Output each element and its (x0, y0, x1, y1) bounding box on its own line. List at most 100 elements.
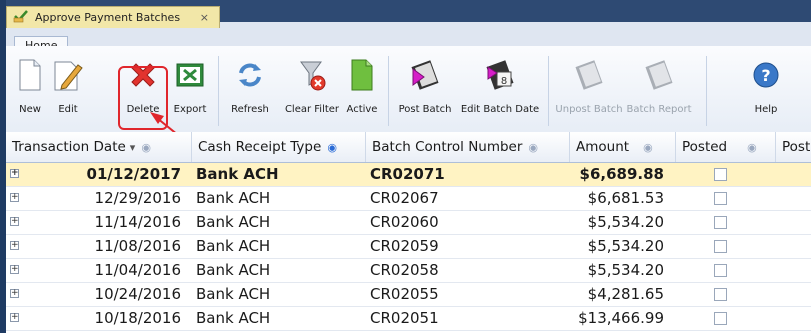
posted-checkbox[interactable] (714, 192, 727, 205)
cell-cash-receipt-type: Bank ACH (196, 309, 271, 327)
app-window: Approve Payment Batches × Home New Edit … (0, 0, 811, 333)
expand-row-icon[interactable]: + (10, 193, 19, 202)
batch-report-button[interactable]: Batch Report (626, 52, 692, 130)
column-header-label: Transaction Date (12, 139, 126, 155)
edit-batch-date-button-label: Edit Batch Date (460, 104, 540, 115)
edit-button[interactable]: Edit (50, 52, 86, 130)
edit-pencil-icon (51, 54, 85, 96)
sort-descending-icon[interactable]: ▾ (130, 141, 136, 154)
export-button[interactable]: Export (168, 52, 212, 130)
filter-icon[interactable]: ◉ (141, 141, 151, 154)
column-header-transaction-date[interactable]: Transaction Date ▾ ◉ (6, 132, 192, 162)
table-row[interactable]: +10/24/2016 Bank ACH CR02055 $4,281.65 (6, 283, 811, 307)
cell-amount: $6,681.53 (587, 189, 664, 207)
cell-cash-receipt-type: Bank ACH (196, 261, 271, 279)
post-batch-icon (408, 54, 442, 96)
active-button[interactable]: Active (342, 52, 382, 130)
expand-row-icon[interactable]: + (10, 217, 19, 226)
expand-row-icon[interactable]: + (10, 289, 19, 298)
post-batch-button[interactable]: Post Batch (396, 52, 454, 130)
cell-transaction-date: 01/12/2017 (86, 165, 181, 183)
cell-batch-control-number: CR02067 (370, 189, 439, 207)
posted-checkbox[interactable] (714, 216, 727, 229)
svg-text:8: 8 (501, 76, 507, 87)
cell-transaction-date: 10/18/2016 (94, 309, 181, 327)
expand-row-icon[interactable]: + (10, 169, 19, 178)
batch-report-icon (642, 54, 676, 96)
cell-batch-control-number: CR02060 (370, 213, 439, 231)
cell-batch-control-number: CR02055 (370, 285, 439, 303)
cell-batch-control-number: CR02058 (370, 261, 439, 279)
cell-transaction-date: 10/24/2016 (94, 285, 181, 303)
document-tab-approve-payment-batches[interactable]: Approve Payment Batches × (6, 6, 220, 28)
cell-amount: $6,689.88 (579, 165, 664, 183)
posted-checkbox[interactable] (714, 288, 727, 301)
posted-checkbox[interactable] (714, 240, 727, 253)
cell-transaction-date: 11/08/2016 (94, 237, 181, 255)
excel-export-icon (173, 54, 207, 96)
cell-cash-receipt-type: Bank ACH (196, 213, 271, 231)
delete-button-highlight (118, 66, 168, 130)
table-row[interactable]: +11/14/2016 Bank ACH CR02060 $5,534.20 (6, 211, 811, 235)
table-row[interactable]: +10/18/2016 Bank ACH CR02051 $13,466.99 (6, 307, 811, 331)
filter-icon[interactable]: ◉ (747, 141, 757, 154)
column-header-amount[interactable]: Amount ◉ (570, 132, 676, 162)
cell-batch-control-number: CR02051 (370, 309, 439, 327)
cell-batch-control-number: CR02071 (370, 165, 445, 183)
new-document-icon (13, 54, 47, 96)
expand-row-icon[interactable]: + (10, 313, 19, 322)
export-button-label: Export (173, 104, 207, 115)
column-header-cash-receipt-type[interactable]: Cash Receipt Type ◉ (192, 132, 366, 162)
cell-amount: $4,281.65 (587, 285, 664, 303)
filter-icon[interactable]: ◉ (528, 141, 538, 154)
cell-amount: $5,534.20 (587, 261, 664, 279)
cell-transaction-date: 11/14/2016 (94, 213, 181, 231)
edit-button-label: Edit (58, 104, 78, 115)
posted-checkbox[interactable] (714, 264, 727, 277)
active-document-icon (345, 54, 379, 96)
unpost-batch-icon (572, 54, 606, 96)
batch-report-button-label: Batch Report (626, 104, 692, 115)
cell-amount: $5,534.20 (587, 237, 664, 255)
edit-batch-date-button[interactable]: 8 Edit Batch Date (458, 52, 542, 130)
clear-filter-button[interactable]: Clear Filter (282, 52, 342, 130)
column-header-batch-control-number[interactable]: Batch Control Number ◉ (366, 132, 570, 162)
column-header-posted-2[interactable]: Posted (776, 132, 811, 162)
new-button-label: New (19, 104, 41, 115)
cell-cash-receipt-type: Bank ACH (196, 165, 279, 183)
active-button-label: Active (346, 104, 378, 115)
help-button[interactable]: ? Help (746, 52, 786, 130)
cell-batch-control-number: CR02059 (370, 237, 439, 255)
svg-text:?: ? (761, 66, 770, 85)
column-header-posted[interactable]: Posted ◉ (676, 132, 776, 162)
clear-filter-button-label: Clear Filter (284, 104, 340, 115)
refresh-button[interactable]: Refresh (226, 52, 274, 130)
table-row[interactable]: +12/29/2016 Bank ACH CR02067 $6,681.53 (6, 187, 811, 211)
cell-amount: $13,466.99 (578, 309, 664, 327)
expand-row-icon[interactable]: + (10, 241, 19, 250)
table-row[interactable]: +11/08/2016 Bank ACH CR02059 $5,534.20 (6, 235, 811, 259)
edit-batch-date-icon: 8 (483, 54, 517, 96)
document-tab-title: Approve Payment Batches (35, 11, 181, 24)
unpost-batch-button[interactable]: Unpost Batch (555, 52, 623, 130)
expand-row-icon[interactable]: + (10, 265, 19, 274)
toolbar-separator (706, 56, 707, 126)
table-row[interactable]: +01/12/2017 Bank ACH CR02071 $6,689.88 (6, 163, 811, 187)
post-batch-button-label: Post Batch (398, 104, 452, 115)
posted-checkbox[interactable] (714, 168, 727, 181)
clear-filter-icon (295, 54, 329, 96)
new-button[interactable]: New (12, 52, 48, 130)
column-header-label: Amount (576, 139, 630, 155)
toolbar-separator (218, 56, 219, 126)
close-tab-icon[interactable]: × (200, 11, 209, 24)
refresh-icon (233, 54, 267, 96)
cell-transaction-date: 11/04/2016 (94, 261, 181, 279)
filter-active-icon[interactable]: ◉ (327, 141, 337, 154)
cell-cash-receipt-type: Bank ACH (196, 237, 271, 255)
grid-header: Transaction Date ▾ ◉ Cash Receipt Type ◉… (6, 132, 811, 163)
table-row[interactable]: +11/04/2016 Bank ACH CR02058 $5,534.20 (6, 259, 811, 283)
filter-icon[interactable]: ◉ (643, 141, 653, 154)
posted-checkbox[interactable] (714, 312, 727, 325)
help-icon: ? (749, 54, 783, 96)
column-header-label: Posted (782, 139, 811, 155)
